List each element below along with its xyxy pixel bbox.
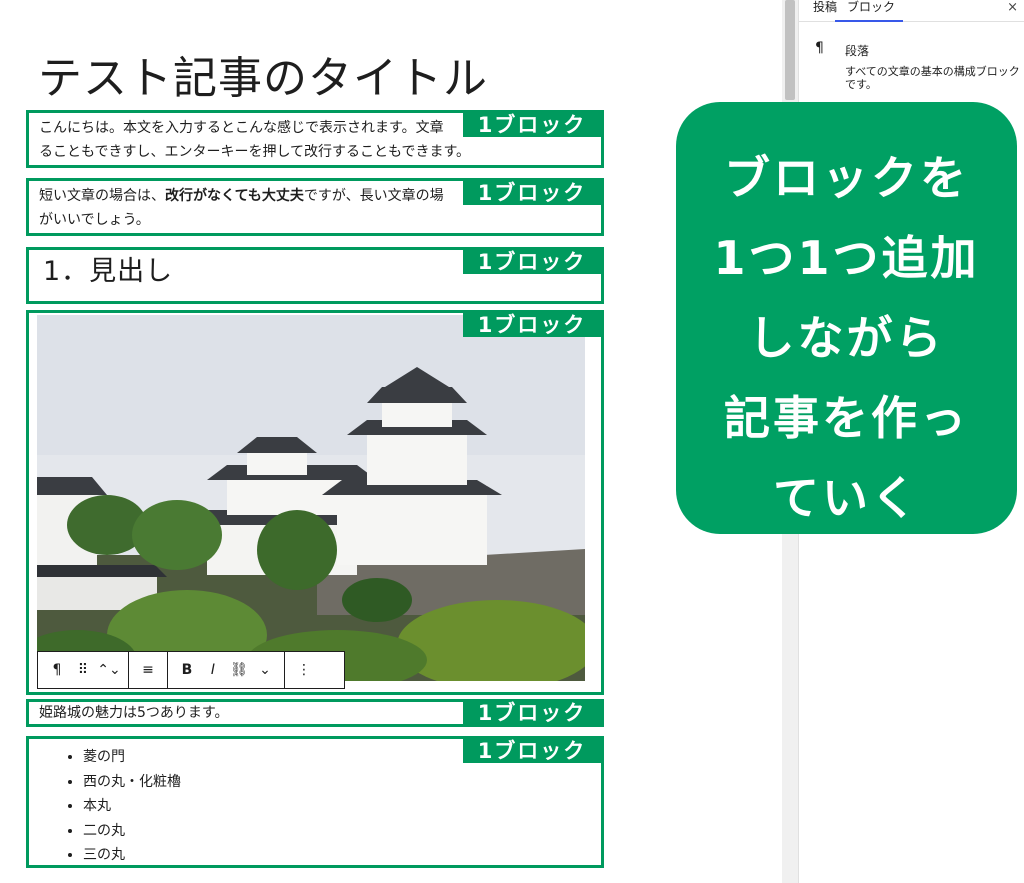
callout-line: しながら [748,311,945,365]
image-block[interactable]: ¶ ⠿ ⌃⌄ ≡ B I ⛓ ⌄ ⋮ 1ブロック [26,310,604,695]
paragraph-block-icon: ¶ [815,40,824,56]
block-toolbar: ¶ ⠿ ⌃⌄ ≡ B I ⛓ ⌄ ⋮ [37,651,345,689]
heading-block[interactable]: 1．見出し 1ブロック [26,247,604,304]
toolbar-group-block: ¶ ⠿ ⌃⌄ [38,652,129,688]
active-tab-indicator [835,20,903,22]
block-label: 1ブロック [463,702,601,724]
tab-block[interactable]: ブロック [847,0,895,14]
scrollbar-thumb[interactable] [785,0,795,100]
block-label: 1ブロック [463,250,601,274]
list-item: 二の丸 [83,819,601,844]
toolbar-group-align: ≡ [129,652,168,688]
callout-line: ブロックを [724,151,969,205]
block-label: 1ブロック [463,739,601,763]
callout-line: 記事を作っ [724,391,969,445]
block-label: 1ブロック [463,313,601,337]
block-card-description: すべての文章の基本の構成ブロックです。 [845,65,1020,91]
block-card-title: 段落 [845,44,870,58]
text-bold: 改行がなくても大丈夫 [165,188,304,204]
move-up-down-icon[interactable]: ⌃⌄ [96,652,122,688]
options-icon[interactable]: ⋮ [291,652,317,688]
paragraph-block-2[interactable]: 短い文章の場合は、改行がなくても大丈夫ですが、長い文章の場 がいいでしょう。 1… [26,178,604,236]
list-item: 本丸 [83,794,601,819]
bold-button[interactable]: B [174,652,200,688]
castle-image[interactable] [37,315,585,681]
list-block[interactable]: 菱の門 西の丸・化粧櫓 本丸 二の丸 三の丸 1ブロック [26,736,604,868]
close-icon[interactable]: × [1007,0,1018,15]
drag-handle-icon[interactable]: ⠿ [70,652,96,688]
paragraph-line: がいいでしょう。 [39,212,150,228]
text-normal: ですが、長い文章の場 [303,188,444,204]
editor-canvas: テスト記事のタイトル こんにちは。本文を入力するとこんな感じで表示されます。文章… [0,0,782,883]
paragraph-line: ることもできすし、エンターキーを押して改行することもできます。 [39,144,471,160]
italic-button[interactable]: I [200,652,226,688]
block-label: 1ブロック [463,181,601,205]
toolbar-group-format: B I ⛓ ⌄ [168,652,285,688]
toolbar-group-options: ⋮ [285,652,323,688]
text-normal: 短い文章の場合は、 [39,188,165,204]
paragraph-icon[interactable]: ¶ [44,652,70,688]
sidebar-tabs: 投稿 ブロック × [799,0,1024,22]
post-title[interactable]: テスト記事のタイトル [38,42,488,106]
paragraph-block-1[interactable]: こんにちは。本文を入力するとこんな感じで表示されます。文章 ることもできすし、エ… [26,110,604,168]
tab-post[interactable]: 投稿 [813,0,837,14]
list-item: 西の丸・化粧櫓 [83,770,601,795]
link-icon[interactable]: ⛓ [226,652,252,688]
chevron-down-icon[interactable]: ⌄ [252,652,278,688]
paragraph-block-3[interactable]: 姫路城の魅力は5つあります。 1ブロック [26,699,604,727]
block-label: 1ブロック [463,113,601,137]
align-icon[interactable]: ≡ [135,652,161,688]
callout-line: ていく [773,471,920,525]
callout-line: 1つ1つ追加 [713,231,980,285]
list-item: 三の丸 [83,843,601,868]
callout-annotation: ブロックを 1つ1つ追加 しながら 記事を作っ ていく [676,102,1017,534]
